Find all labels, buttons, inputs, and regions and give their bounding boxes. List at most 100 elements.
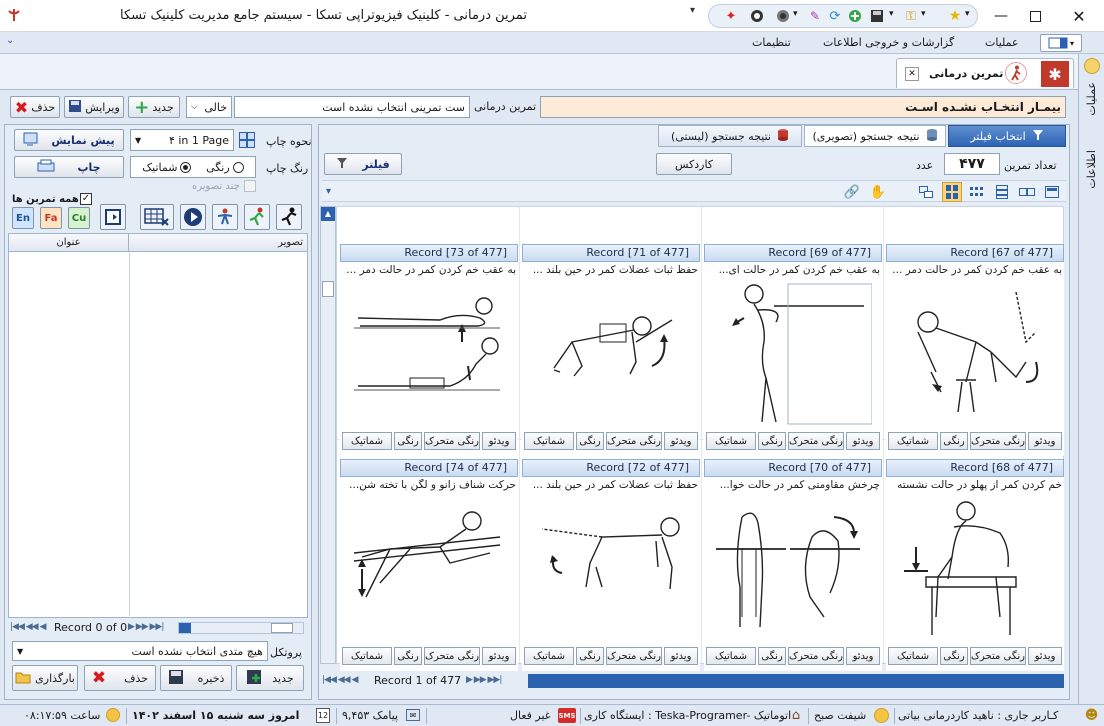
app-menu-button[interactable]: ▾: [1040, 34, 1082, 52]
pager-next-last-icons[interactable]: ▶ ▶▶ ▶▶|: [128, 622, 164, 632]
sync-icon[interactable]: ⟳: [827, 8, 843, 24]
runner-color-button[interactable]: [244, 204, 270, 230]
exercise-set-field[interactable]: ست تمرینی انتخاب نشده است: [234, 96, 470, 118]
print-type-select[interactable]: ▼ ۴ in 1 Page: [130, 129, 234, 151]
tab-image-results[interactable]: (نتیجه جستجو (تصویری: [804, 125, 946, 147]
scroll-thumb[interactable]: [322, 281, 334, 297]
link-icon[interactable]: 🔗: [844, 184, 860, 200]
card-color-button[interactable]: رنگی: [576, 432, 604, 450]
maximize-icon[interactable]: [1020, 6, 1050, 26]
card-color-button[interactable]: رنگی: [394, 432, 422, 450]
save-button[interactable]: ذخیره: [160, 665, 232, 691]
quadruped-arm-raise-figure-icon[interactable]: [532, 282, 690, 428]
empty-select[interactable]: ⌵ خالی: [186, 96, 232, 118]
load-button[interactable]: بارگذاری: [12, 665, 78, 691]
color-radio[interactable]: رنگی: [206, 161, 244, 174]
view-small-grid-icon[interactable]: [968, 184, 986, 200]
card-video-button[interactable]: ویدئو: [1028, 647, 1062, 665]
delete-button[interactable]: ✖ حذف: [10, 96, 60, 118]
exercise-card[interactable]: Record [73 of 477] به عقب خم کردن کمر در …: [340, 244, 518, 456]
col-image[interactable]: تصویر: [129, 234, 307, 252]
scroll-thumb[interactable]: [271, 623, 293, 633]
view-two-col-icon[interactable]: [1018, 184, 1036, 200]
list-hscroll[interactable]: [178, 622, 304, 634]
card-schematic-button[interactable]: شماتیک: [888, 647, 938, 665]
dropdown-arrow-icon[interactable]: ▾: [921, 9, 926, 19]
close-tab-icon[interactable]: ✕: [905, 67, 919, 81]
cardex-button[interactable]: کاردکس: [656, 153, 732, 175]
refresh-circle-icon[interactable]: [749, 8, 765, 24]
card-animated-color-button[interactable]: رنگی متحرک: [970, 432, 1026, 450]
hand-pan-icon[interactable]: ✋: [870, 184, 886, 200]
pager-next-last-icons[interactable]: ▶ ▶▶ ▶▶|: [466, 675, 502, 685]
card-schematic-button[interactable]: شماتیک: [706, 432, 756, 450]
exercise-card[interactable]: Record [67 of 477] به عقب خم کردن کمر در …: [886, 244, 1064, 456]
view-rows-icon[interactable]: [994, 184, 1010, 200]
scroll-left-button[interactable]: [179, 623, 191, 633]
card-video-button[interactable]: ویدئو: [846, 432, 880, 450]
group-exercise-button[interactable]: [212, 204, 238, 230]
multi-image-checkbox[interactable]: [244, 180, 256, 192]
all-exercises-checkbox[interactable]: ✓: [80, 193, 92, 205]
key-icon[interactable]: ⚿: [903, 8, 919, 24]
card-animated-color-button[interactable]: رنگی متحرک: [424, 432, 480, 450]
card-hscroll[interactable]: [528, 674, 1064, 688]
seated-side-bend-figure-icon[interactable]: [896, 497, 1054, 643]
tab-exercise-therapy[interactable]: ✕ تمرین درمانی ✱: [896, 58, 1074, 88]
tools-icon[interactable]: ✎: [807, 8, 823, 24]
card-vscroll[interactable]: ▲: [320, 206, 336, 664]
pin-icon[interactable]: ✦: [723, 8, 739, 24]
exit-button[interactable]: [100, 204, 126, 230]
card-animated-color-button[interactable]: رنگی متحرک: [788, 647, 844, 665]
card-animated-color-button[interactable]: رنگی متحرک: [606, 432, 662, 450]
card-schematic-button[interactable]: شماتیک: [524, 647, 574, 665]
bottom-new-button[interactable]: جدید: [236, 665, 304, 691]
table-delete-button[interactable]: [140, 204, 174, 230]
supine-rotation-figure-icon[interactable]: [714, 497, 872, 643]
card-video-button[interactable]: ویدئو: [482, 647, 516, 665]
exercise-card[interactable]: Record [68 of 477] خم کردن کمر از پهلو در…: [886, 459, 1064, 671]
exercise-card[interactable]: Record [71 of 477] حفظ ثبات عضلات کمر در …: [522, 244, 700, 456]
view-card-icon[interactable]: [1044, 184, 1060, 200]
save-icon[interactable]: [869, 8, 885, 24]
edit-button[interactable]: ویرایش: [64, 96, 124, 118]
lang-cu-button[interactable]: Cu: [68, 207, 90, 229]
card-video-button[interactable]: ویدئو: [664, 647, 698, 665]
card-video-button[interactable]: ویدئو: [482, 432, 516, 450]
sun-icon[interactable]: [1084, 58, 1100, 74]
dropdown-arrow-icon[interactable]: ▾: [793, 9, 798, 19]
tab-filter-select[interactable]: انتخاب فیلتر: [948, 125, 1066, 147]
view-large-grid-icon[interactable]: [942, 182, 962, 202]
card-animated-color-button[interactable]: رنگی متحرک: [788, 432, 844, 450]
dropdown-arrow-icon[interactable]: ▾: [889, 9, 894, 19]
schematic-radio[interactable]: شماتیک: [142, 161, 192, 174]
side-tab-operations[interactable]: عملیات: [1085, 82, 1098, 116]
card-schematic-button[interactable]: شماتیک: [342, 432, 392, 450]
card-schematic-button[interactable]: شماتیک: [888, 432, 938, 450]
bent-over-chair-figure-icon[interactable]: [896, 282, 1054, 428]
lang-en-button[interactable]: En: [12, 207, 34, 229]
new-button[interactable]: + جدید: [128, 96, 180, 118]
card-color-button[interactable]: رنگی: [394, 647, 422, 665]
side-tab-info[interactable]: اطلاعات: [1085, 150, 1098, 189]
menu-reports[interactable]: گزارشات و خروجی اطلاعات: [823, 36, 954, 49]
runner-button[interactable]: [276, 204, 302, 230]
card-video-button[interactable]: ویدئو: [846, 647, 880, 665]
menu-collapse-chevron-icon[interactable]: ⌄: [6, 35, 14, 46]
card-color-button[interactable]: رنگی: [576, 647, 604, 665]
dropdown-arrow-icon[interactable]: ▾: [965, 9, 970, 19]
card-color-button[interactable]: رنگی: [758, 647, 786, 665]
filter-button[interactable]: فیلتر: [324, 153, 402, 175]
print-button[interactable]: چاپ: [14, 156, 124, 178]
minimize-icon[interactable]: —: [986, 6, 1016, 26]
card-animated-color-button[interactable]: رنگی متحرک: [970, 647, 1026, 665]
favorite-star-icon[interactable]: ★: [947, 8, 963, 24]
col-title[interactable]: عنوان: [9, 234, 129, 252]
prone-knee-bend-board-figure-icon[interactable]: [350, 497, 508, 643]
tab-list-results[interactable]: (نتیجه جستجو (لیستی: [658, 125, 802, 147]
card-schematic-button[interactable]: شماتیک: [524, 432, 574, 450]
scroll-up-button[interactable]: ▲: [321, 207, 335, 221]
card-color-button[interactable]: رنگی: [940, 432, 968, 450]
exercise-card[interactable]: Record [74 of 477] حرکت شناف زانو و لگن ب…: [340, 459, 518, 671]
close-icon[interactable]: ✕: [1064, 6, 1094, 26]
